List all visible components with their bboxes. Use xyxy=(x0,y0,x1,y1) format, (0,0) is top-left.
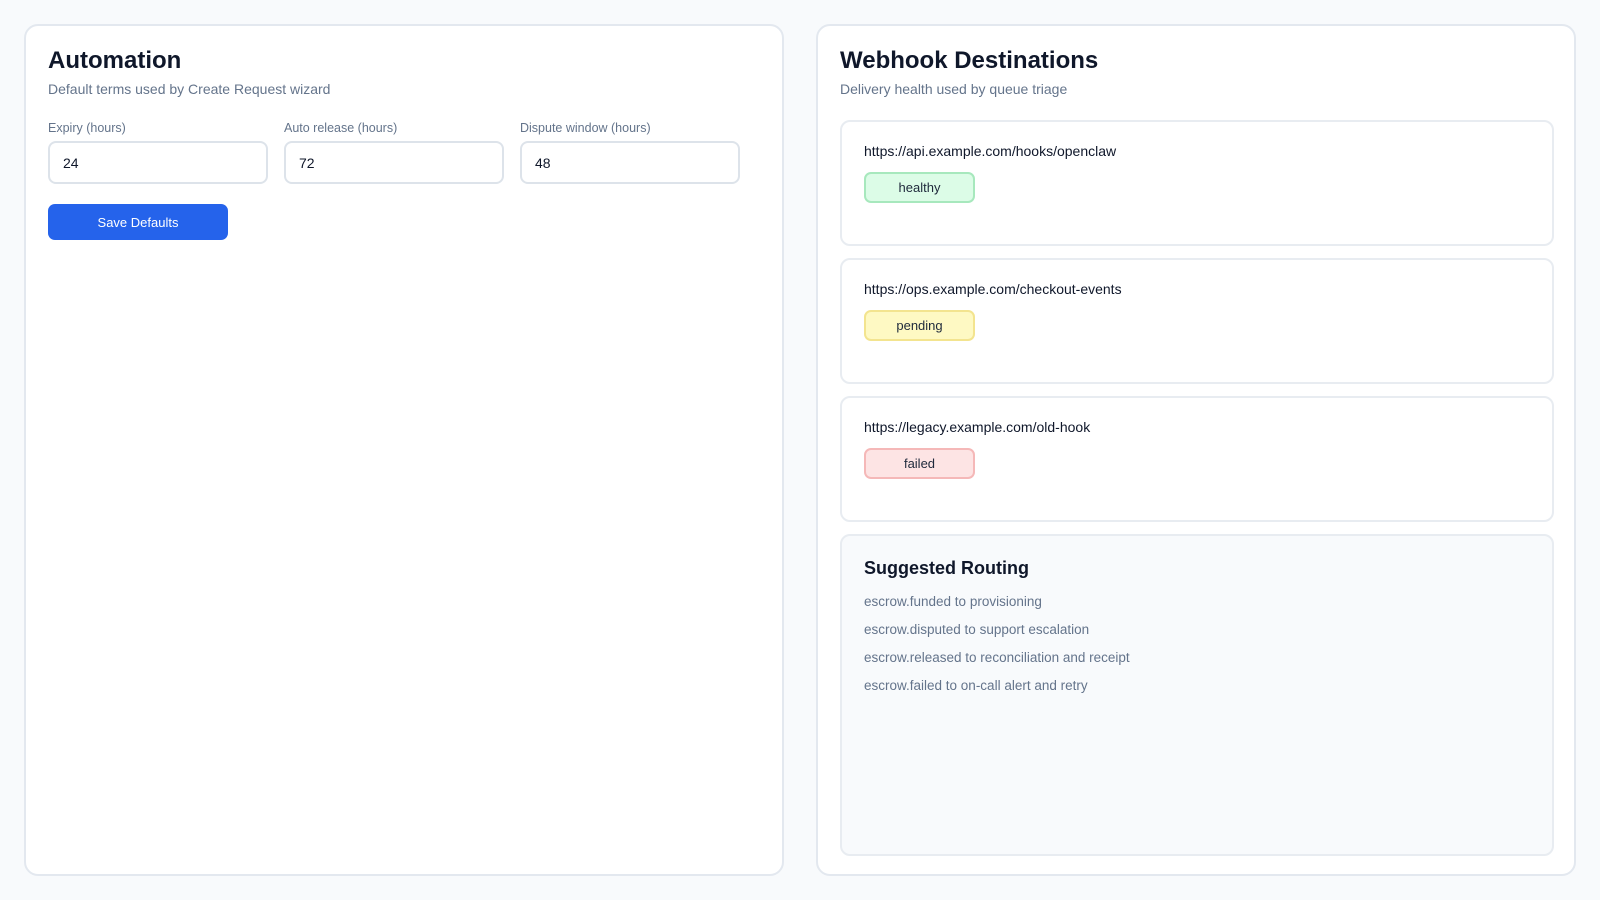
auto-release-label: Auto release (hours) xyxy=(284,121,398,135)
settings-layout: Automation Default terms used by Create … xyxy=(0,0,1600,900)
dispute-window-label: Dispute window (hours) xyxy=(520,121,651,135)
webhook-card: https://ops.example.com/checkout-events … xyxy=(840,258,1554,384)
webhook-url: https://ops.example.com/checkout-events xyxy=(864,281,1122,297)
routing-item: escrow.disputed to support escalation xyxy=(864,622,1090,637)
dispute-window-field-group: Dispute window (hours) xyxy=(520,120,740,184)
expiry-input[interactable] xyxy=(48,141,268,184)
webhook-url: https://legacy.example.com/old-hook xyxy=(864,419,1091,435)
webhook-url: https://api.example.com/hooks/openclaw xyxy=(864,143,1117,159)
webhooks-subtitle: Delivery health used by queue triage xyxy=(840,81,1068,97)
routing-item: escrow.funded to provisioning xyxy=(864,594,1042,609)
webhook-card: https://api.example.com/hooks/openclaw h… xyxy=(840,120,1554,246)
suggested-routing-card: Suggested Routing escrow.funded to provi… xyxy=(840,534,1554,856)
routing-item: escrow.failed to on-call alert and retry xyxy=(864,678,1088,693)
expiry-field-group: Expiry (hours) xyxy=(48,120,268,184)
webhooks-panel: Webhook Destinations Delivery health use… xyxy=(816,24,1576,876)
auto-release-field-group: Auto release (hours) xyxy=(284,120,504,184)
auto-release-input[interactable] xyxy=(284,141,504,184)
webhooks-title: Webhook Destinations xyxy=(840,47,1099,74)
automation-title: Automation xyxy=(48,47,182,74)
webhook-card: https://legacy.example.com/old-hook fail… xyxy=(840,396,1554,522)
routing-item: escrow.released to reconciliation and re… xyxy=(864,650,1130,665)
status-badge: healthy xyxy=(864,172,975,203)
status-badge: pending xyxy=(864,310,975,341)
automation-panel: Automation Default terms used by Create … xyxy=(24,24,784,876)
automation-fields: Expiry (hours) Auto release (hours) Disp… xyxy=(48,120,760,184)
save-defaults-button[interactable]: Save Defaults xyxy=(48,204,228,240)
webhook-list: https://api.example.com/hooks/openclaw h… xyxy=(840,120,1554,522)
expiry-label: Expiry (hours) xyxy=(48,121,126,135)
automation-subtitle: Default terms used by Create Request wiz… xyxy=(48,81,331,97)
routing-title: Suggested Routing xyxy=(864,558,1029,578)
dispute-window-input[interactable] xyxy=(520,141,740,184)
status-badge: failed xyxy=(864,448,975,479)
